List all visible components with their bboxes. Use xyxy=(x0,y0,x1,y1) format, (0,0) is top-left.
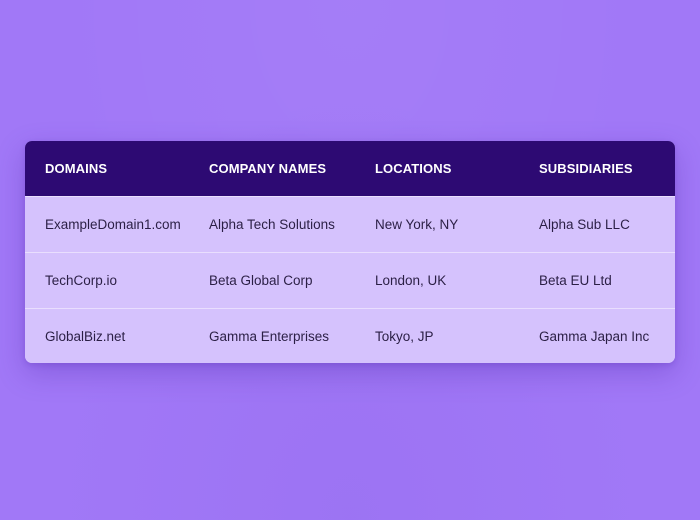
cell-company-name: Gamma Enterprises xyxy=(209,329,330,344)
header-company-names[interactable]: COMPANY NAMES xyxy=(209,141,326,196)
cell-location: London, UK xyxy=(375,273,447,288)
table-row[interactable]: TechCorp.io Beta Global Corp London, UK … xyxy=(25,252,675,308)
table-row[interactable]: ExampleDomain1.com Alpha Tech Solutions … xyxy=(25,196,675,252)
cell-location: New York, NY xyxy=(375,217,459,232)
cell-subsidiary: Beta EU Ltd xyxy=(539,273,612,288)
header-subsidiaries[interactable]: SUBSIDIARIES xyxy=(539,141,633,196)
table-header-row: DOMAINS COMPANY NAMES LOCATIONS SUBSIDIA… xyxy=(25,141,675,196)
cell-company-name: Beta Global Corp xyxy=(209,273,313,288)
cell-company-name: Alpha Tech Solutions xyxy=(209,217,335,232)
cell-location: Tokyo, JP xyxy=(375,329,434,344)
cell-subsidiary: Alpha Sub LLC xyxy=(539,217,630,232)
cell-domain: ExampleDomain1.com xyxy=(45,217,181,232)
cell-subsidiary: Gamma Japan Inc xyxy=(539,329,650,344)
cell-domain: TechCorp.io xyxy=(45,273,118,288)
cell-domain: GlobalBiz.net xyxy=(45,329,126,344)
header-domains[interactable]: DOMAINS xyxy=(45,141,107,196)
table-row[interactable]: GlobalBiz.net Gamma Enterprises Tokyo, J… xyxy=(25,308,675,363)
data-table: DOMAINS COMPANY NAMES LOCATIONS SUBSIDIA… xyxy=(25,141,675,363)
header-locations[interactable]: LOCATIONS xyxy=(375,141,452,196)
